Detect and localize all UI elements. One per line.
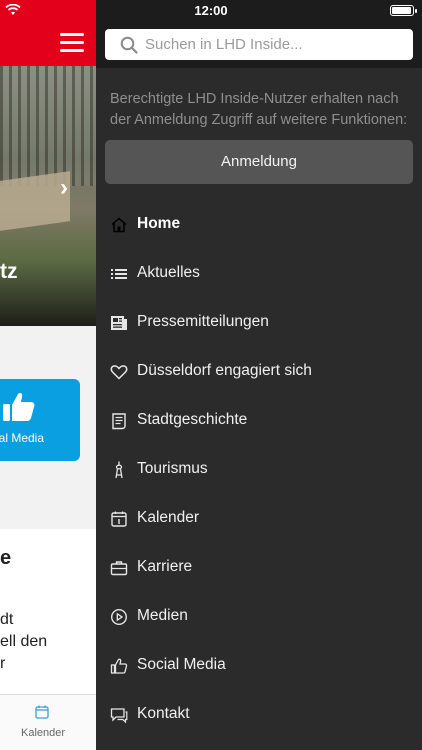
- card-text-line: ell den: [0, 633, 48, 650]
- menu-item-label: Medien: [137, 607, 188, 624]
- menu-item-label: Home: [137, 215, 181, 232]
- menu-item-label: Kalender: [137, 509, 200, 526]
- drawer-menu: Home Aktuelles Pressemitteilungen Düssel…: [96, 200, 422, 739]
- social-media-tile-label: cial Media: [0, 431, 45, 445]
- home-icon: [111, 217, 127, 233]
- status-time: 12:00: [194, 3, 228, 18]
- hero-title: tz: [0, 260, 18, 283]
- list-icon: [111, 269, 127, 279]
- newspaper-icon: [111, 316, 127, 330]
- calendar-icon: [111, 511, 127, 527]
- card-title: e: [0, 547, 12, 569]
- menu-item-home[interactable]: Home: [96, 200, 422, 249]
- login-button[interactable]: Anmeldung: [105, 140, 413, 184]
- menu-item-social-media[interactable]: Social Media: [96, 641, 422, 690]
- chevron-right-icon[interactable]: ›: [60, 174, 68, 202]
- card-text-line: r: [0, 655, 6, 672]
- play-icon: [110, 608, 128, 626]
- tower-icon: [115, 461, 123, 479]
- menu-item-kontakt[interactable]: Kontakt: [96, 690, 422, 739]
- calendar-tab-icon[interactable]: [35, 705, 49, 719]
- menu-item-stadtgeschichte[interactable]: Stadtgeschichte: [96, 396, 422, 445]
- menu-item-label: Stadtgeschichte: [137, 411, 248, 428]
- chat-icon: [110, 708, 128, 724]
- menu-item-label: Kontakt: [137, 705, 190, 722]
- card-text-line: dt: [0, 611, 14, 628]
- hamburger-menu-icon[interactable]: [60, 33, 84, 53]
- content-card[interactable]: e dt ell den r: [0, 529, 96, 694]
- search-bar[interactable]: [105, 29, 413, 60]
- menu-item-karriere[interactable]: Karriere: [96, 543, 422, 592]
- social-media-tile[interactable]: cial Media: [0, 379, 80, 461]
- menu-item-duesseldorf-engagiert-sich[interactable]: Düsseldorf engagiert sich: [96, 347, 422, 396]
- background-app: › tz cial Media e dt ell den r Kalender: [0, 0, 96, 750]
- menu-item-aktuelles[interactable]: Aktuelles: [96, 249, 422, 298]
- heart-icon: [110, 365, 128, 380]
- menu-item-label: Social Media: [137, 656, 226, 673]
- tab-bar: Kalender: [0, 694, 96, 750]
- battery-icon: [390, 5, 417, 16]
- status-bar: 12:00: [0, 0, 422, 22]
- menu-item-pressemitteilungen[interactable]: Pressemitteilungen: [96, 298, 422, 347]
- menu-item-label: Düsseldorf engagiert sich: [137, 362, 312, 379]
- menu-item-label: Aktuelles: [137, 264, 200, 281]
- menu-item-kalender[interactable]: Kalender: [96, 494, 422, 543]
- menu-item-label: Tourismus: [137, 460, 208, 477]
- tab-kalender-label[interactable]: Kalender: [21, 727, 65, 739]
- menu-item-medien[interactable]: Medien: [96, 592, 422, 641]
- briefcase-icon: [110, 561, 128, 576]
- menu-item-tourismus[interactable]: Tourismus: [96, 445, 422, 494]
- search-input[interactable]: [145, 29, 405, 60]
- login-info-text: Berechtigte LHD Inside-Nutzer erhalten n…: [110, 91, 408, 128]
- hero-image[interactable]: › tz: [0, 66, 96, 326]
- menu-item-label: Pressemitteilungen: [137, 313, 269, 330]
- scroll-icon: [112, 413, 126, 430]
- thumbs-up-icon: [110, 658, 128, 674]
- search-icon: [120, 36, 138, 54]
- menu-item-label: Karriere: [137, 558, 193, 575]
- navigation-drawer: Berechtigte LHD Inside-Nutzer erhalten n…: [96, 0, 422, 750]
- thumbs-up-icon: [3, 393, 35, 421]
